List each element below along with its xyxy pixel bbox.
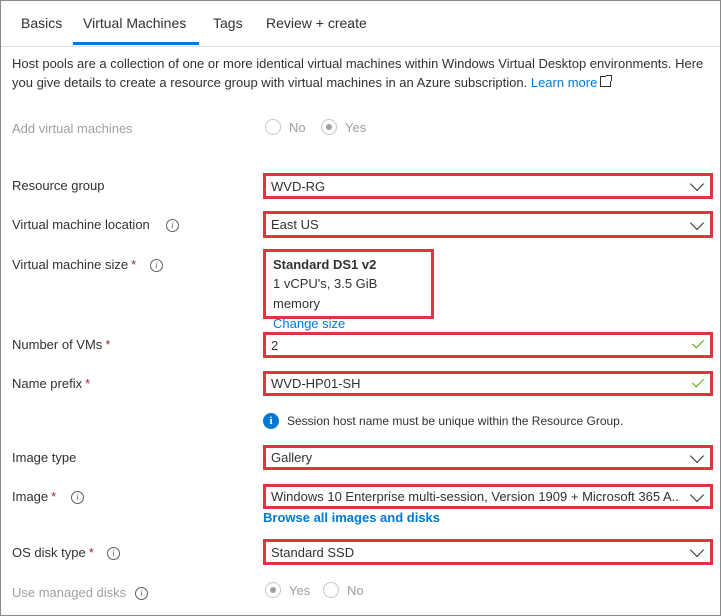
vm-location-select[interactable]: East US: [263, 211, 713, 238]
tab-review-create[interactable]: Review + create: [266, 15, 367, 31]
image-type-value: Gallery: [271, 450, 313, 465]
chevron-down-icon: [689, 542, 705, 558]
vm-size-summary: Standard DS1 v2 1 vCPU's, 3.5 GiB memory…: [263, 249, 434, 331]
add-vms-no-label: No: [289, 120, 306, 135]
vm-settings-panel: Basics Virtual Machines Tags Review + cr…: [0, 0, 721, 616]
managed-disks-no-radio[interactable]: [323, 582, 339, 598]
add-vms-no-radio[interactable]: [265, 119, 281, 135]
image-type-select[interactable]: Gallery: [263, 445, 713, 470]
info-icon[interactable]: i: [107, 547, 120, 560]
tab-virtual-machines[interactable]: Virtual Machines: [83, 15, 186, 31]
session-host-info-text: Session host name must be unique within …: [287, 414, 624, 428]
info-icon[interactable]: i: [135, 587, 148, 600]
managed-disks-yes-radio[interactable]: [265, 582, 281, 598]
num-vms-value: 2: [271, 337, 279, 353]
image-label: Image *: [12, 489, 57, 504]
browse-images-link[interactable]: Browse all images and disks: [263, 510, 440, 525]
os-disk-value: Standard SSD: [271, 544, 355, 560]
os-disk-select[interactable]: Standard SSD: [263, 539, 713, 565]
change-size-link[interactable]: Change size: [273, 314, 424, 334]
vm-size-specs: 1 vCPU's, 3.5 GiB memory: [273, 276, 378, 311]
add-vms-label: Add virtual machines: [12, 121, 133, 136]
os-disk-label: OS disk type *: [12, 545, 94, 560]
checkmark-icon: [691, 374, 705, 388]
chevron-down-icon: [689, 487, 705, 502]
chevron-down-icon: [689, 448, 705, 463]
num-vms-input[interactable]: 2: [263, 332, 713, 358]
managed-disks-no-label: No: [347, 583, 364, 598]
image-select[interactable]: Windows 10 Enterprise multi-session, Ver…: [263, 484, 713, 509]
chevron-down-icon: [689, 215, 705, 230]
vm-location-label: Virtual machine location: [12, 217, 150, 232]
info-icon[interactable]: i: [150, 259, 163, 272]
info-icon[interactable]: i: [166, 219, 179, 232]
add-vms-yes-radio[interactable]: [321, 119, 337, 135]
managed-disks-yes-label: Yes: [289, 583, 311, 598]
resource-group-select[interactable]: WVD-RG: [263, 173, 713, 199]
resource-group-value: WVD-RG: [271, 178, 326, 194]
num-vms-label: Number of VMs *: [12, 337, 111, 352]
tab-basics[interactable]: Basics: [21, 15, 62, 31]
external-link-icon: [600, 75, 613, 87]
image-type-label: Image type: [12, 450, 77, 465]
name-prefix-value: WVD-HP01-SH: [271, 376, 361, 391]
page-description: Host pools are a collection of one or mo…: [12, 54, 712, 92]
image-value: Windows 10 Enterprise multi-session, Ver…: [271, 489, 680, 504]
info-icon[interactable]: i: [71, 491, 84, 504]
name-prefix-input[interactable]: WVD-HP01-SH: [263, 371, 713, 396]
active-tab-indicator: [73, 42, 199, 45]
resource-group-label: Resource group: [12, 178, 105, 193]
learn-more-link[interactable]: Learn more: [531, 75, 613, 90]
chevron-down-icon: [689, 176, 705, 192]
checkmark-icon: [691, 336, 705, 349]
info-filled-icon: i: [263, 413, 279, 429]
tab-tags[interactable]: Tags: [213, 15, 243, 31]
add-vms-yes-label: Yes: [345, 120, 367, 135]
vm-size-name: Standard DS1 v2: [273, 257, 377, 272]
vm-location-value: East US: [271, 217, 319, 232]
name-prefix-label: Name prefix *: [12, 376, 91, 391]
vm-size-label: Virtual machine size *: [12, 257, 137, 272]
tab-bar: Basics Virtual Machines Tags Review + cr…: [1, 1, 720, 47]
session-host-info: i Session host name must be unique withi…: [263, 413, 623, 429]
managed-disks-label: Use managed disks: [12, 585, 127, 600]
